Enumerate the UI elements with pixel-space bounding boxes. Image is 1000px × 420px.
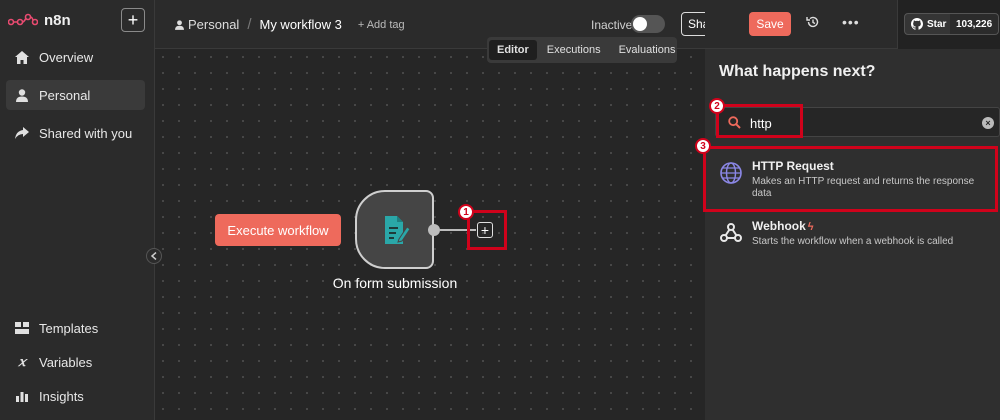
github-icon — [911, 18, 923, 30]
tab-executions[interactable]: Executions — [539, 40, 609, 60]
step-badge-2: 2 — [709, 98, 725, 114]
node-connection-line — [440, 229, 476, 231]
tab-evaluations[interactable]: Evaluations — [611, 40, 684, 60]
chevron-left-icon — [151, 252, 157, 260]
collapse-sidebar-button[interactable] — [146, 248, 162, 264]
toggle-knob — [633, 17, 647, 31]
node-result-webhook[interactable]: Webhook ϟ Starts the workflow when a webh… — [707, 219, 997, 248]
add-tag-link[interactable]: + Add tag — [358, 19, 405, 31]
user-icon — [15, 88, 29, 102]
save-button[interactable]: Save — [749, 12, 791, 36]
step-badge-3: 3 — [695, 138, 711, 154]
node-result-description: Starts the workflow when a webhook is ca… — [752, 236, 954, 247]
add-node-button[interactable]: + — [477, 222, 493, 238]
sidebar-item-variables[interactable]: 𝑥 Variables — [6, 347, 145, 377]
node-result-name: Webhook ϟ — [752, 219, 814, 233]
sidebar-item-label: Personal — [39, 87, 91, 103]
sidebar-item-personal[interactable]: Personal — [6, 80, 145, 110]
app-name: n8n — [44, 11, 71, 29]
globe-icon — [719, 161, 743, 190]
insights-icon — [15, 389, 29, 403]
execute-workflow-button[interactable]: Execute workflow — [215, 214, 341, 246]
header-actions: Save ••• Star 103,226 — [705, 0, 1000, 49]
sidebar-item-overview[interactable]: Overview — [6, 42, 145, 72]
node-label: On form submission — [332, 275, 458, 291]
sidebar-item-label: Insights — [39, 388, 84, 404]
node-result-http-request[interactable]: HTTP Request Makes an HTTP request and r… — [707, 159, 997, 200]
node-search-box[interactable]: × — [715, 107, 1000, 137]
github-star-button[interactable]: Star — [904, 13, 954, 35]
node-result-name: HTTP Request — [752, 159, 834, 173]
sidebar-item-label: Templates — [39, 320, 99, 336]
node-search-input[interactable] — [750, 113, 970, 133]
github-star-count[interactable]: 103,226 — [950, 13, 1000, 35]
clear-search-icon[interactable]: × — [982, 117, 994, 129]
templates-icon — [15, 321, 29, 335]
form-trigger-node[interactable] — [355, 190, 434, 269]
activation-status-label: Inactive — [591, 18, 633, 32]
tab-editor[interactable]: Editor — [489, 40, 537, 60]
n8n-logo[interactable]: n8n — [8, 8, 71, 32]
sidebar-item-insights[interactable]: Insights — [6, 381, 145, 411]
sidebar-item-templates[interactable]: Templates — [6, 313, 145, 343]
user-icon — [175, 19, 184, 30]
more-options-icon[interactable]: ••• — [842, 14, 860, 30]
logo-icon — [8, 13, 38, 26]
variables-icon: 𝑥 — [18, 354, 26, 370]
node-creator-panel: What happens next? × HTTP Request Makes … — [705, 49, 1000, 420]
sidebar-item-label: Shared with you — [39, 125, 133, 141]
home-icon — [15, 50, 29, 64]
sidebar-item-label: Variables — [39, 354, 93, 370]
step-badge-1: 1 — [458, 204, 474, 220]
workflow-canvas[interactable]: Editor Executions Evaluations Execute wo… — [155, 37, 705, 420]
workflow-name[interactable]: My workflow 3 — [259, 17, 341, 32]
form-icon — [384, 215, 410, 244]
node-output-port[interactable] — [428, 224, 440, 236]
activation-toggle[interactable] — [631, 15, 665, 33]
view-tabs: Editor Executions Evaluations — [487, 37, 677, 63]
create-new-button[interactable]: + — [121, 8, 145, 32]
search-icon — [728, 116, 741, 134]
breadcrumb: Personal / My workflow 3 + Add tag — [175, 16, 405, 33]
breadcrumb-project[interactable]: Personal — [175, 17, 239, 32]
webhook-icon — [719, 221, 743, 250]
sidebar-item-label: Overview — [39, 49, 94, 65]
sidebar: n8n + Overview Personal Shared with you … — [0, 0, 155, 420]
sidebar-item-shared[interactable]: Shared with you — [6, 118, 145, 148]
share-icon — [15, 126, 29, 140]
breadcrumb-separator: / — [247, 16, 252, 33]
github-badge: Star 103,226 — [897, 0, 1000, 49]
node-result-description: Makes an HTTP request and returns the re… — [752, 176, 975, 199]
history-icon[interactable] — [806, 15, 820, 34]
trigger-bolt-icon: ϟ — [807, 221, 814, 233]
panel-title: What happens next? — [719, 63, 876, 80]
